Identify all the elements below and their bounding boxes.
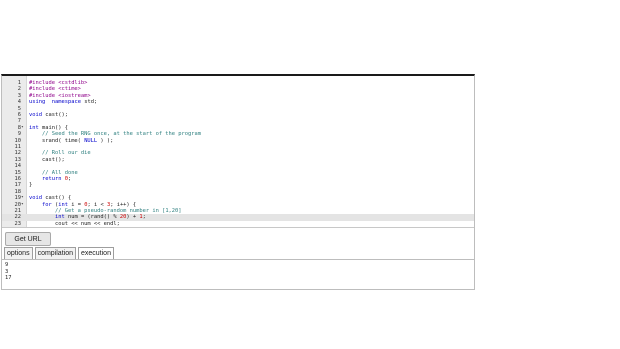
- line-number: 23: [14, 220, 22, 227]
- code-line[interactable]: 23 cout << num << endl;: [2, 221, 474, 227]
- code-editor[interactable]: 1 #include <cstdlib> 2 #include <ctime> 3 #in…: [2, 76, 474, 228]
- output-line: 17: [5, 275, 12, 281]
- get-url-button[interactable]: Get URL: [5, 232, 51, 246]
- code-text: cout << num << endl;: [29, 220, 120, 227]
- tab-divider: [2, 259, 474, 260]
- code-runner-panel: 1 #include <cstdlib> 2 #include <ctime> 3 #in…: [1, 74, 475, 290]
- execution-output: 9 3 17: [5, 262, 470, 288]
